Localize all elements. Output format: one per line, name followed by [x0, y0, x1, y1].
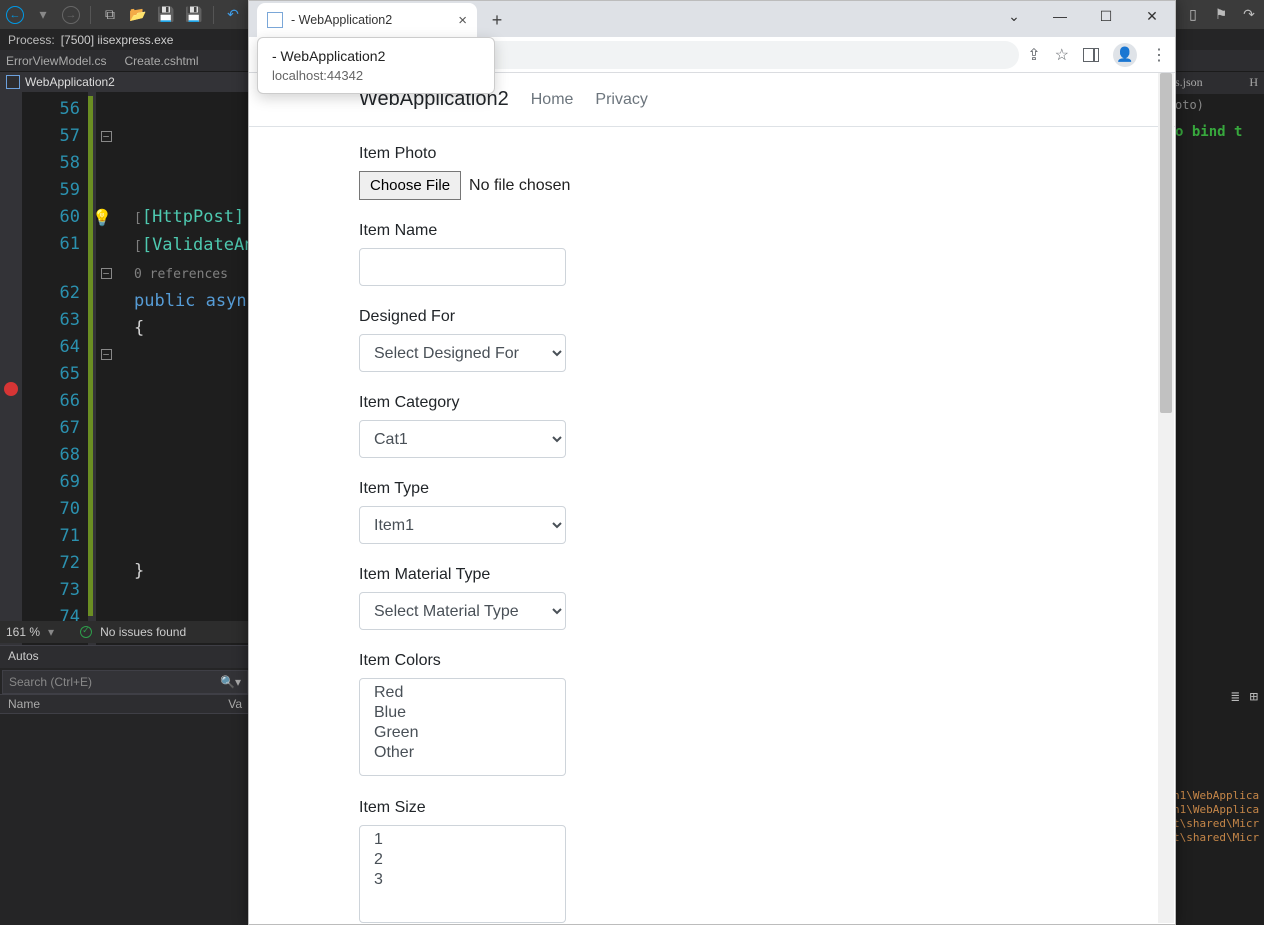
create-form: Item Photo Choose File No file chosen It…: [249, 127, 1175, 924]
file-tab[interactable]: Create.cshtml: [124, 54, 198, 68]
label-name: Item Name: [359, 222, 1065, 240]
more-icon[interactable]: ↷: [1240, 6, 1258, 24]
group-type: Item Type Item1: [359, 480, 1065, 544]
browser-tab[interactable]: - WebApplication2 ×: [257, 3, 477, 37]
fold-toggle-icon[interactable]: −: [101, 131, 112, 142]
chrome-tabstrip: - WebApplication2 × + ⌄ — ☐ ✕: [249, 1, 1175, 37]
choose-file-button[interactable]: Choose File: [359, 171, 461, 200]
item-name-input[interactable]: [359, 248, 566, 286]
tooltip-title: - WebApplication2: [272, 48, 480, 64]
material-select[interactable]: Select Material Type: [359, 592, 566, 630]
issues-text: No issues found: [100, 625, 186, 639]
tooltip-subtitle: localhost:44342: [272, 68, 480, 83]
dropdown-caret-icon[interactable]: ▾: [34, 6, 52, 24]
autos-search-input[interactable]: Search (Ctrl+E) 🔍▾: [2, 670, 248, 694]
autos-panel: Autos Search (Ctrl+E) 🔍▾ Name Va: [0, 645, 250, 925]
nav-link-privacy[interactable]: Privacy: [595, 91, 647, 109]
page-content: WebApplication2 Home Privacy Item Photo …: [249, 73, 1175, 924]
chrome-window: - WebApplication2 × + ⌄ — ☐ ✕ - WebAppli…: [248, 0, 1176, 925]
bookmark-icon[interactable]: ▯: [1184, 6, 1202, 24]
label-photo: Item Photo: [359, 145, 1065, 163]
label-designed: Designed For: [359, 308, 1065, 326]
right-crumb: oto): [1169, 94, 1264, 116]
process-label: Process:: [8, 33, 55, 47]
label-material: Item Material Type: [359, 566, 1065, 584]
close-tab-icon[interactable]: ×: [458, 12, 467, 29]
right-code-hint: o bind t: [1169, 116, 1264, 148]
flag-icon[interactable]: ⚑: [1212, 6, 1230, 24]
list-icon[interactable]: ≣: [1231, 689, 1239, 705]
group-designed: Designed For Select Designed For: [359, 308, 1065, 372]
fold-toggle-icon[interactable]: −: [101, 349, 112, 360]
right-file-tab[interactable]: s.jsonH: [1169, 72, 1264, 94]
breadcrumb-project: WebApplication2: [25, 75, 115, 89]
process-value[interactable]: [7500] iisexpress.exe: [61, 33, 174, 47]
file-tab[interactable]: ErrorViewModel.cs: [6, 54, 106, 68]
caret-down-icon[interactable]: ⌄: [991, 1, 1037, 31]
file-status: No file chosen: [469, 177, 570, 195]
vs-right-panel: s.jsonH oto) o bind t ≣ ⊞ n1\WebApplica …: [1168, 72, 1264, 925]
new-item-icon[interactable]: ⧉: [101, 6, 119, 24]
window-controls: ⌄ — ☐ ✕: [991, 1, 1175, 31]
zoom-level[interactable]: 161 %: [6, 625, 40, 639]
project-icon: [6, 75, 20, 89]
nav-forward-icon[interactable]: →: [62, 6, 80, 24]
vs-status-bar: 161 % ▾ No issues found: [0, 621, 250, 643]
favicon-icon: [267, 12, 283, 28]
group-photo: Item Photo Choose File No file chosen: [359, 145, 1065, 200]
save-all-icon[interactable]: 💾: [185, 6, 203, 24]
label-type: Item Type: [359, 480, 1065, 498]
sidepanel-icon[interactable]: [1083, 48, 1099, 62]
maximize-icon[interactable]: ☐: [1083, 1, 1129, 31]
scrollbar[interactable]: [1158, 73, 1174, 923]
profile-avatar-icon[interactable]: 👤: [1113, 43, 1137, 67]
group-name: Item Name: [359, 222, 1065, 286]
separator: [213, 6, 214, 24]
open-folder-icon[interactable]: 📂: [129, 6, 147, 24]
zoom-caret-icon[interactable]: ▾: [48, 625, 54, 639]
new-tab-button[interactable]: +: [483, 6, 511, 34]
label-category: Item Category: [359, 394, 1065, 412]
kebab-menu-icon[interactable]: ⋮: [1151, 45, 1167, 65]
col-name[interactable]: Name: [0, 695, 220, 713]
col-value[interactable]: Va: [220, 695, 250, 713]
fold-toggle-icon[interactable]: −: [101, 268, 112, 279]
type-select[interactable]: Item1: [359, 506, 566, 544]
search-icon[interactable]: 🔍▾: [220, 675, 241, 689]
tab-title: - WebApplication2: [291, 13, 392, 27]
nav-link-home[interactable]: Home: [531, 91, 574, 109]
breakpoint-icon[interactable]: [4, 382, 18, 396]
right-paths: n1\WebApplica n1\WebApplica t\shared\Mic…: [1173, 789, 1264, 845]
share-icon[interactable]: ⇪: [1027, 45, 1040, 65]
designed-for-select[interactable]: Select Designed For: [359, 334, 566, 372]
minimize-icon[interactable]: —: [1037, 1, 1083, 31]
group-category: Item Category Cat1: [359, 394, 1065, 458]
scrollbar-thumb[interactable]: [1160, 73, 1172, 413]
bookmark-star-icon[interactable]: ☆: [1055, 45, 1069, 65]
nav-back-icon[interactable]: ←: [6, 6, 24, 24]
close-window-icon[interactable]: ✕: [1129, 1, 1175, 31]
colors-multiselect[interactable]: Red Blue Green Other: [359, 678, 566, 776]
check-icon: [80, 626, 92, 638]
grid-icon[interactable]: ⊞: [1250, 689, 1258, 705]
group-size: Item Size 1 2 3: [359, 799, 1065, 924]
group-material: Item Material Type Select Material Type: [359, 566, 1065, 630]
save-icon[interactable]: 💾: [157, 6, 175, 24]
autos-columns: Name Va: [0, 694, 250, 714]
autos-header[interactable]: Autos: [0, 646, 250, 668]
group-colors: Item Colors Red Blue Green Other: [359, 652, 1065, 777]
separator: [90, 6, 91, 24]
tab-tooltip: - WebApplication2 localhost:44342: [257, 37, 495, 94]
size-multiselect[interactable]: 1 2 3: [359, 825, 566, 923]
undo-icon[interactable]: ↶: [224, 6, 242, 24]
label-size: Item Size: [359, 799, 1065, 817]
label-colors: Item Colors: [359, 652, 1065, 670]
category-select[interactable]: Cat1: [359, 420, 566, 458]
